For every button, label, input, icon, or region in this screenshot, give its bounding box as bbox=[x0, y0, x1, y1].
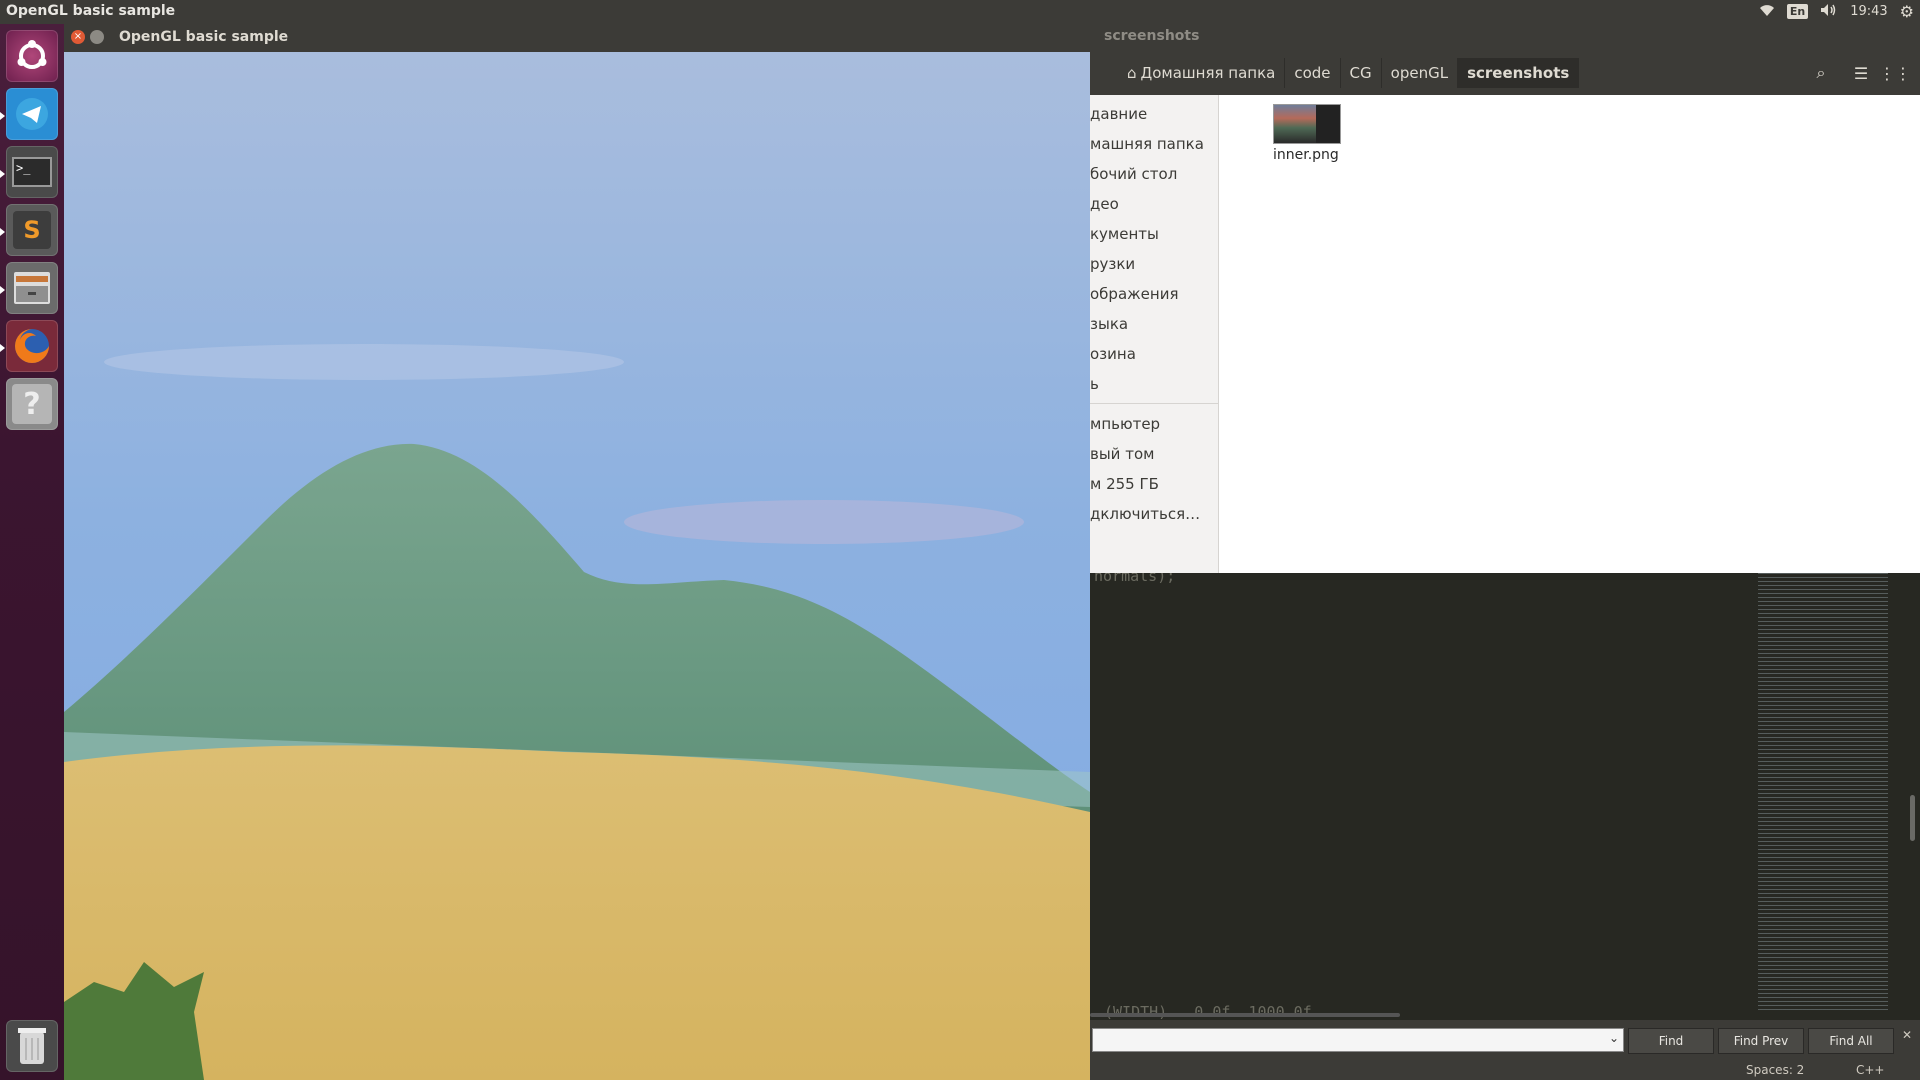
vertical-scrollbar[interactable] bbox=[1910, 795, 1915, 841]
running-indicator bbox=[0, 344, 5, 352]
code-editor[interactable]: normals); (WIDTH) 0.0f 1000.0f bbox=[1090, 573, 1920, 1020]
close-button[interactable]: × bbox=[71, 30, 85, 44]
trash-icon[interactable] bbox=[6, 1020, 58, 1072]
running-indicator bbox=[0, 112, 5, 120]
system-tray: En 19:43 ⚙ bbox=[1759, 2, 1914, 21]
file-view: inner.png bbox=[1219, 95, 1920, 573]
sidebar-item-music[interactable]: зыка bbox=[1090, 315, 1128, 333]
sidebar-divider bbox=[1090, 403, 1218, 404]
find-all-button[interactable]: Find All bbox=[1808, 1028, 1894, 1054]
search-icon[interactable]: ⌕ bbox=[1807, 59, 1835, 87]
find-prev-button[interactable]: Find Prev bbox=[1718, 1028, 1804, 1054]
breadcrumb-cg[interactable]: CG bbox=[1341, 58, 1382, 88]
sidebar-item-downloads[interactable]: рузки bbox=[1090, 255, 1135, 273]
window-title: OpenGL basic sample bbox=[119, 29, 289, 45]
sand-dune bbox=[64, 745, 1090, 1080]
firefox-icon[interactable] bbox=[6, 320, 58, 372]
minimize-button[interactable] bbox=[90, 30, 104, 44]
sidebar-item-pictures[interactable]: ображения bbox=[1090, 285, 1178, 303]
opengl-window: × OpenGL basic sample bbox=[64, 24, 1090, 1080]
volume-icon[interactable] bbox=[1820, 3, 1838, 21]
sidebar-item-connect[interactable]: дключиться… bbox=[1090, 505, 1200, 523]
opengl-viewport[interactable] bbox=[64, 52, 1090, 1080]
breadcrumb-home[interactable]: ⌂ Домашняя папка bbox=[1118, 58, 1286, 88]
unity-launcher: >_ S ? bbox=[0, 24, 64, 1080]
top-panel: OpenGL basic sample En 19:43 ⚙ bbox=[0, 0, 1920, 24]
keyboard-layout-indicator[interactable]: En bbox=[1786, 4, 1809, 19]
sidebar-item-video[interactable]: део bbox=[1090, 195, 1119, 213]
running-indicator bbox=[0, 228, 5, 236]
grid-view-icon[interactable]: ⋮⋮ bbox=[1879, 59, 1911, 87]
breadcrumb-code[interactable]: code bbox=[1285, 58, 1341, 88]
active-window-title: OpenGL basic sample bbox=[6, 3, 176, 19]
running-indicator bbox=[0, 286, 5, 294]
sidebar-item-home[interactable]: машняя папка bbox=[1090, 135, 1204, 153]
code-line: normals); bbox=[1094, 573, 1176, 585]
sidebar-item-trash[interactable]: озина bbox=[1090, 345, 1136, 363]
clock[interactable]: 19:43 bbox=[1850, 4, 1887, 19]
syntax-status[interactable]: C++ bbox=[1856, 1063, 1885, 1077]
find-button[interactable]: Find bbox=[1628, 1028, 1714, 1054]
indentation-status[interactable]: Spaces: 2 bbox=[1746, 1063, 1804, 1077]
sidebar-item-recent[interactable]: давние bbox=[1090, 105, 1147, 123]
wifi-icon[interactable] bbox=[1759, 3, 1775, 21]
sidebar-item-other[interactable]: ь bbox=[1090, 375, 1099, 393]
sidebar-item-documents[interactable]: кументы bbox=[1090, 225, 1159, 243]
terminal-icon[interactable]: >_ bbox=[6, 146, 58, 198]
file-name: inner.png bbox=[1273, 147, 1339, 163]
window-titlebar[interactable]: × OpenGL basic sample bbox=[64, 24, 1090, 52]
sidebar-item-volume-255[interactable]: м 255 ГБ bbox=[1090, 475, 1159, 493]
sidebar-item-new-volume[interactable]: вый том bbox=[1090, 445, 1154, 463]
file-manager-sidebar: давние машняя папка бочий стол део кумен… bbox=[1090, 95, 1219, 573]
file-thumbnail bbox=[1273, 104, 1341, 144]
help-icon[interactable]: ? bbox=[6, 378, 58, 430]
file-manager-header: screenshots ⌂ Домашняя папка code CG ope… bbox=[1090, 24, 1920, 95]
files-icon[interactable] bbox=[6, 262, 58, 314]
sublime-s-icon: S bbox=[13, 211, 51, 249]
sidebar-item-computer[interactable]: мпьютер bbox=[1090, 415, 1160, 433]
breadcrumb: ⌂ Домашняя папка code CG openGL screensh… bbox=[1118, 58, 1580, 88]
chevron-down-icon[interactable]: ⌄ bbox=[1609, 1031, 1619, 1045]
question-mark-icon: ? bbox=[12, 384, 52, 424]
find-panel: ⌄ Find Find Prev Find All ✕ bbox=[1090, 1020, 1920, 1060]
cloud bbox=[104, 344, 624, 380]
gear-icon[interactable]: ⚙ bbox=[1900, 2, 1914, 21]
breadcrumb-screenshots[interactable]: screenshots bbox=[1458, 58, 1580, 88]
list-view-icon[interactable]: ☰ bbox=[1847, 59, 1875, 87]
breadcrumb-label: Домашняя папка bbox=[1140, 64, 1276, 82]
sublime-text-icon[interactable]: S bbox=[6, 204, 58, 256]
minimap[interactable] bbox=[1758, 573, 1888, 1013]
file-manager-title: screenshots bbox=[1104, 28, 1200, 44]
cloud bbox=[624, 500, 1024, 544]
breadcrumb-opengl[interactable]: openGL bbox=[1382, 58, 1459, 88]
terminal-prompt-icon: >_ bbox=[12, 157, 52, 187]
telegram-icon[interactable] bbox=[6, 88, 58, 140]
close-icon[interactable]: ✕ bbox=[1902, 1028, 1912, 1042]
code-line: (WIDTH) 0.0f 1000.0f bbox=[1104, 1003, 1312, 1020]
status-bar: Spaces: 2 C++ bbox=[1090, 1060, 1920, 1080]
sidebar-item-desktop[interactable]: бочий стол bbox=[1090, 165, 1177, 183]
rendered-scene bbox=[64, 52, 1090, 1080]
horizontal-scrollbar[interactable] bbox=[1090, 1013, 1400, 1017]
home-icon: ⌂ bbox=[1127, 64, 1137, 82]
running-indicator bbox=[0, 170, 5, 178]
find-input[interactable]: ⌄ bbox=[1092, 1028, 1624, 1052]
ubuntu-dash-icon[interactable] bbox=[6, 30, 58, 82]
